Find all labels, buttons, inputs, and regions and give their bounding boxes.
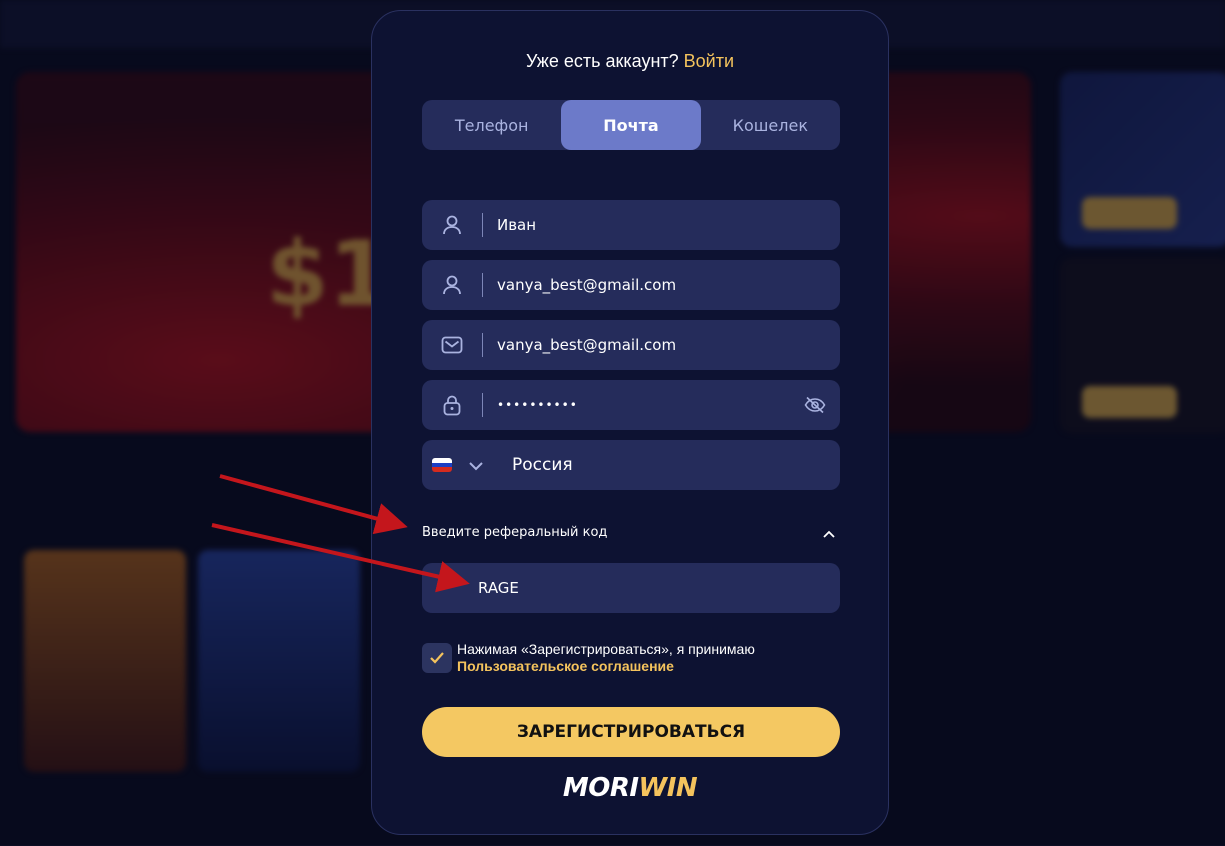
terms-text: Нажимая «Зарегистрироваться», я принимаю (457, 641, 755, 657)
password-field[interactable]: •••••••••• (422, 380, 840, 430)
username-field[interactable]: vanya_best@gmail.com (422, 260, 840, 310)
registration-modal: Уже есть аккаунт? Войти Телефон Почта Ко… (371, 10, 889, 835)
tab-phone[interactable]: Телефон (422, 100, 561, 150)
field-separator (482, 333, 483, 357)
email-input[interactable]: vanya_best@gmail.com (497, 336, 840, 354)
tab-email[interactable]: Почта (561, 100, 701, 150)
lock-icon (422, 380, 482, 430)
moriwin-logo: MORIWIN (372, 773, 888, 803)
hide-password-icon[interactable] (790, 396, 840, 414)
register-button[interactable]: ЗАРЕГИСТРИРОВАТЬСЯ (422, 707, 840, 757)
have-account-row: Уже есть аккаунт? Войти (372, 51, 888, 72)
russia-flag-icon (432, 458, 452, 472)
terms-checkbox[interactable] (422, 643, 452, 673)
registration-method-tabs: Телефон Почта Кошелек (422, 100, 840, 150)
user-icon (422, 260, 482, 310)
referral-code-input[interactable]: RAGE (422, 579, 840, 597)
name-field[interactable]: Иван (422, 200, 840, 250)
field-separator (482, 213, 483, 237)
tab-wallet[interactable]: Кошелек (701, 100, 840, 150)
email-field[interactable]: vanya_best@gmail.com (422, 320, 840, 370)
have-account-text: Уже есть аккаунт? (525, 51, 679, 71)
field-separator (482, 393, 483, 417)
country-value: Россия (512, 455, 573, 475)
password-input[interactable]: •••••••••• (497, 398, 790, 412)
mail-icon (422, 320, 482, 370)
referral-label[interactable]: Введите реферальный код (422, 525, 607, 540)
referral-code-field[interactable]: RAGE (422, 563, 840, 613)
login-link[interactable]: Войти (684, 51, 734, 71)
logo-part-2: WIN (638, 773, 698, 803)
chevron-up-icon[interactable] (822, 524, 836, 543)
country-select[interactable]: Россия (422, 440, 840, 490)
logo-part-1: MORI (562, 773, 639, 803)
chevron-down-icon[interactable] (468, 456, 484, 475)
field-separator (482, 273, 483, 297)
terms-text-block: Нажимая «Зарегистрироваться», я принимаю… (457, 641, 755, 675)
username-input[interactable]: vanya_best@gmail.com (497, 276, 840, 294)
check-icon (430, 652, 444, 664)
name-input[interactable]: Иван (497, 216, 840, 234)
user-icon (422, 200, 482, 250)
terms-row: Нажимая «Зарегистрироваться», я принимаю… (422, 641, 840, 677)
terms-agreement-link[interactable]: Пользовательское соглашение (457, 658, 755, 675)
